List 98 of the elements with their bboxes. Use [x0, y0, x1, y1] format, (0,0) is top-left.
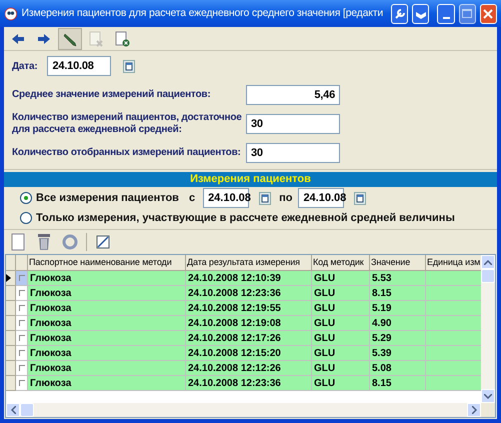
table-cell: 5.29	[370, 331, 426, 346]
table-cell: 24.10.2008 12:19:55	[186, 301, 312, 316]
header-corner	[16, 255, 28, 271]
from-date-field[interactable]: 24.10.08	[203, 188, 250, 208]
row-checkbox[interactable]	[18, 305, 24, 311]
right-arrow-icon	[37, 32, 51, 44]
horizontal-scrollbar[interactable]	[6, 403, 481, 417]
left-arrow-icon	[11, 32, 25, 44]
table-cell: Глюкоза	[28, 376, 186, 391]
table-cell: Глюкоза	[28, 361, 186, 376]
table-cell	[426, 316, 481, 331]
table-cell: 24.10.2008 12:12:26	[186, 361, 312, 376]
to-date-field[interactable]: 24.10.08	[298, 188, 344, 208]
table-cell: GLU	[312, 316, 370, 331]
table-cell: 5.53	[370, 271, 426, 286]
table-cell: 24.10.2008 12:23:36	[186, 286, 312, 301]
vertical-scrollbar[interactable]	[481, 255, 495, 403]
table-cell	[426, 346, 481, 361]
pencil-page-icon	[95, 234, 111, 250]
table-cell: GLU	[312, 271, 370, 286]
table-cell: GLU	[312, 331, 370, 346]
table-cell: 5.08	[370, 361, 426, 376]
close-button[interactable]	[480, 4, 497, 24]
table-cell: Глюкоза	[28, 286, 186, 301]
table-cell: 8.15	[370, 286, 426, 301]
row-checkbox[interactable]	[18, 380, 24, 386]
row-checkbox[interactable]	[18, 365, 24, 371]
table-cell: GLU	[312, 361, 370, 376]
document-close-icon	[114, 30, 130, 46]
table-cell: 24.10.2008 12:10:39	[186, 271, 312, 286]
row-checkbox[interactable]	[18, 335, 24, 341]
table-cell: 24.10.2008 12:15:20	[186, 346, 312, 361]
row-checkbox[interactable]	[18, 350, 24, 356]
field-label: Количество отобранных измерений пациентов:	[12, 147, 242, 159]
table-cell: Глюкоза	[28, 346, 186, 361]
table-cell	[426, 376, 481, 391]
column-header[interactable]: Единица изм	[426, 255, 481, 271]
calendar-button[interactable]	[259, 192, 272, 204]
table-cell: GLU	[312, 286, 370, 301]
table-cell: Глюкоза	[28, 316, 186, 331]
edit-button[interactable]	[58, 28, 82, 50]
table-cell: GLU	[312, 346, 370, 361]
table-cell: 8.15	[370, 376, 426, 391]
row-checkbox[interactable]	[18, 275, 24, 281]
table-cell	[426, 331, 481, 346]
table-cell	[426, 361, 481, 376]
blank-page-icon	[11, 233, 25, 251]
table-cell: 24.10.2008 12:19:08	[186, 316, 312, 331]
table-cell: 24.10.2008 12:23:36	[186, 376, 312, 391]
to-label: по	[279, 190, 292, 206]
value-field[interactable]: 30	[246, 143, 340, 163]
value-field[interactable]: 5,46	[246, 85, 340, 105]
trash-icon	[37, 233, 51, 251]
table-cell: 5.19	[370, 301, 426, 316]
date-field[interactable]: 24.10.08	[47, 56, 112, 76]
table-cell: Глюкоза	[28, 301, 186, 316]
row-checkbox[interactable]	[18, 320, 24, 326]
from-label: с	[188, 190, 196, 206]
radio-label[interactable]: Только измерения, участвующие в рассчете ежедневной средней величины	[36, 210, 455, 226]
radio-button[interactable]	[20, 212, 32, 224]
column-header[interactable]: Паспортное наименование методи	[28, 255, 186, 271]
current-row-icon	[6, 274, 11, 282]
table-cell: Глюкоза	[28, 331, 186, 346]
scrollbar-thumb[interactable]	[20, 403, 34, 417]
date-label: Дата:	[12, 60, 38, 74]
value-field[interactable]: 30	[246, 114, 340, 134]
field-label: Среднее значение измерений пациентов:	[12, 89, 212, 101]
close-icon	[483, 8, 494, 18]
table-cell	[426, 271, 481, 286]
column-header[interactable]: Значение	[370, 255, 426, 271]
scrollbar-thumb[interactable]	[481, 269, 495, 283]
settings-button[interactable]	[391, 4, 408, 24]
table-cell: 4.90	[370, 316, 426, 331]
refresh-icon	[61, 233, 79, 251]
section-header: Измерения пациентов	[4, 172, 497, 187]
calendar-button[interactable]	[354, 192, 366, 204]
app-icon	[4, 6, 18, 22]
column-header[interactable]: Код методик	[312, 255, 370, 271]
book-button[interactable]	[412, 4, 430, 24]
maximize-button[interactable]	[458, 4, 476, 24]
calendar-button[interactable]	[123, 60, 136, 72]
window-title: Измерения пациентов для расчета ежедневного среднего значения [редакти	[22, 6, 384, 21]
row-checkbox[interactable]	[18, 290, 24, 296]
wrench-icon	[394, 8, 406, 20]
table-cell: GLU	[312, 376, 370, 391]
table-cell	[426, 301, 481, 316]
table-cell	[426, 286, 481, 301]
table-cell: 24.10.2008 12:17:26	[186, 331, 312, 346]
table-cell: GLU	[312, 301, 370, 316]
radio-button[interactable]	[20, 192, 32, 204]
document-x-icon	[88, 30, 104, 46]
table-cell: Глюкоза	[28, 271, 186, 286]
radio-label[interactable]: Все измерения пациентов	[36, 190, 179, 206]
minimize-button[interactable]	[437, 4, 455, 24]
table-cell: 5.39	[370, 346, 426, 361]
column-header[interactable]: Дата результата измерения	[186, 255, 312, 271]
row-indicator[interactable]	[6, 271, 16, 286]
field-label: Количество измерений пациентов, достаточное для рассчета ежедневной средней:	[12, 112, 243, 136]
